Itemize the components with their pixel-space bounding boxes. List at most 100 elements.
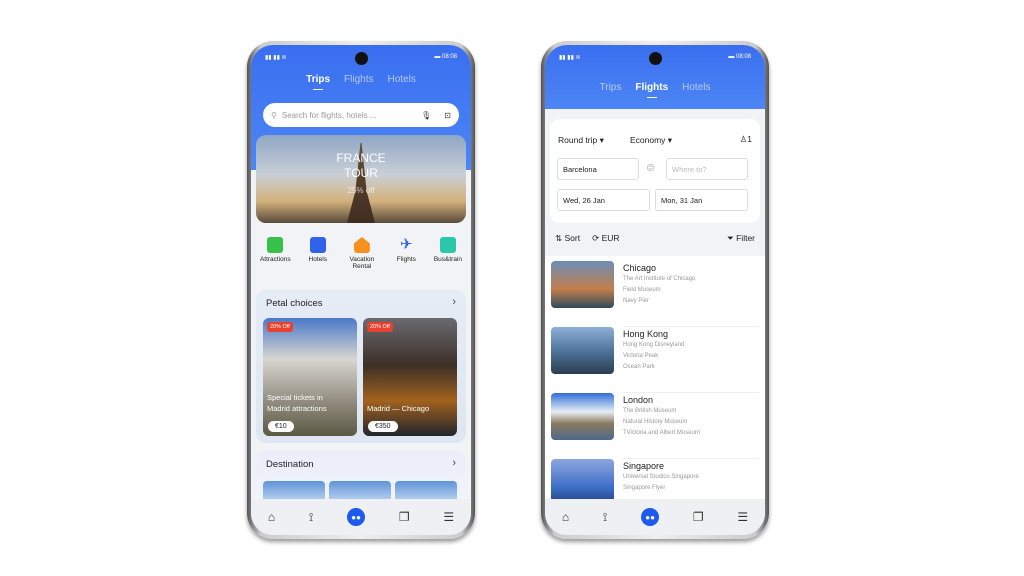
return-date-field[interactable]: Mon, 31 Jan: [655, 189, 748, 211]
spot: Hong Kong Disneyland: [623, 342, 685, 348]
route-icon[interactable]: ⟟: [309, 510, 313, 525]
discount-badge: 20% Off: [267, 322, 293, 332]
menu-icon[interactable]: ☰: [737, 510, 748, 524]
clock: 08:08: [735, 54, 751, 60]
section-title: Petal choices: [266, 298, 323, 309]
search-bar[interactable]: ⚲ Search for flights, hotels ... 🎙︎ ⊡: [263, 103, 459, 127]
tab-trips[interactable]: Trips: [306, 74, 330, 90]
city-name: Singapore: [623, 461, 665, 471]
passenger-selector[interactable]: ♙1: [740, 134, 752, 145]
house-icon: [353, 237, 370, 253]
phone-trips: ▮▮ ▮▮ ≋ ▬ 08:08 Trips Flights Hotels ⚲ Se…: [247, 41, 475, 539]
section-title: Destination: [266, 459, 314, 470]
microphone-icon[interactable]: 🎙︎: [421, 111, 431, 120]
flight-search-form: Round trip ▾ Economy ▾ ♙1 Barcelona ⊜ Wh…: [550, 119, 760, 223]
spot: Universal Studios Singapore: [623, 474, 699, 480]
chevron-right-icon[interactable]: ›: [452, 296, 456, 308]
filter-icon: ⏷: [726, 233, 737, 243]
clock: 08:08: [441, 54, 457, 60]
hero-banner[interactable]: FRANCE TOUR 25% off: [256, 135, 466, 223]
signal-icon: ▮▮ ▮▮ ≋: [265, 55, 287, 61]
label: Bus&train: [433, 256, 462, 263]
spot: Navy Pier: [623, 298, 650, 304]
offer-card[interactable]: 20% Off Special tickets in Madrid attract…: [263, 318, 357, 436]
copy-icon[interactable]: ❐: [399, 510, 410, 524]
bottom-nav: ⌂ ⟟ ●● ❐ ☰: [545, 499, 765, 535]
sort-button[interactable]: ⇅ Sort: [555, 233, 580, 244]
list-item[interactable]: Hong Kong Hong Kong Disneyland Victoria …: [551, 327, 759, 393]
offer-title-2: Madrid attractions: [267, 404, 327, 413]
filter-label: Filter: [736, 233, 755, 243]
battery-icon: ▬: [434, 54, 442, 60]
trip-type-dropdown[interactable]: Round trip ▾: [558, 135, 604, 146]
origin-field[interactable]: Barcelona: [557, 158, 639, 180]
assistant-icon[interactable]: ●●: [347, 508, 366, 526]
tab-flights[interactable]: Flights: [344, 74, 373, 85]
bus-icon: [439, 237, 456, 253]
city-image: [551, 459, 614, 499]
menu-icon[interactable]: ☰: [443, 510, 454, 524]
quick-hotels[interactable]: Hotels: [309, 237, 327, 270]
destination-thumb[interactable]: [329, 481, 391, 501]
tab-hotels[interactable]: Hotels: [388, 74, 416, 85]
destination-thumb[interactable]: [395, 481, 457, 501]
list-item[interactable]: Singapore Universal Studios Singapore Si…: [551, 459, 759, 499]
currency-label: EUR: [601, 233, 620, 243]
quick-vacation-rental[interactable]: Vacation Rental: [345, 237, 379, 270]
price-tag: €10: [268, 421, 294, 432]
offer-card[interactable]: 20% Off Madrid — Chicago €350: [363, 318, 457, 436]
chevron-right-icon[interactable]: ›: [452, 457, 456, 469]
tab-hotels[interactable]: Hotels: [682, 82, 710, 93]
quick-links: Attractions Hotels Vacation Rental ✈ Flig…: [251, 237, 471, 271]
destination-thumb[interactable]: [263, 481, 325, 501]
battery-icon: ▬: [728, 54, 736, 60]
search-icon: ⚲: [271, 110, 277, 120]
quick-bus-train[interactable]: Bus&train: [434, 237, 462, 270]
filter-button[interactable]: ⏷ Filter: [727, 233, 755, 244]
list-item[interactable]: Chicago The Art Institute of Chicago Fie…: [551, 261, 759, 327]
label: Attractions: [259, 256, 291, 263]
copy-icon[interactable]: ❐: [693, 510, 704, 524]
trip-type-value: Round trip: [558, 135, 598, 145]
quick-flights[interactable]: ✈ Flights: [397, 237, 416, 270]
assistant-icon[interactable]: ●●: [641, 508, 660, 526]
city-image: [551, 393, 614, 440]
city-image: [551, 261, 614, 308]
route-icon[interactable]: ⟟: [603, 510, 607, 525]
cabin-dropdown[interactable]: Economy ▾: [630, 135, 672, 146]
phone-flights: ▮▮ ▮▮ ≋ ▬ 08:08 Trips Flights Hotels Roun…: [541, 41, 769, 539]
spot: Field Museum: [623, 287, 661, 293]
screen: ▮▮ ▮▮ ≋ ▬ 08:08 Trips Flights Hotels ⚲ Se…: [251, 45, 471, 535]
camera: [649, 52, 662, 65]
currency-button[interactable]: ⟳ EUR: [592, 233, 619, 244]
signal-icon: ▮▮ ▮▮ ≋: [559, 55, 581, 61]
list-item[interactable]: London The British Museum Natural Histor…: [551, 393, 759, 459]
scan-icon[interactable]: ⊡: [444, 111, 451, 120]
spot: The Art Institute of Chicago: [623, 276, 696, 282]
hero-title: FRANCE: [336, 151, 386, 165]
home-icon[interactable]: ⌂: [268, 510, 275, 524]
quick-attractions[interactable]: Attractions: [260, 237, 291, 270]
camera: [355, 52, 368, 65]
offer-title: Special tickets in: [267, 393, 323, 402]
city-image: [551, 327, 614, 374]
depart-date-field[interactable]: Wed, 26 Jan: [557, 189, 650, 211]
tab-trips[interactable]: Trips: [600, 82, 622, 93]
screen: ▮▮ ▮▮ ≋ ▬ 08:08 Trips Flights Hotels Roun…: [545, 45, 765, 535]
spot: Singapore Flyer: [623, 485, 666, 491]
label: Hotels: [308, 256, 327, 263]
home-icon[interactable]: ⌂: [562, 510, 569, 524]
search-input[interactable]: Search for flights, hotels ...: [282, 111, 416, 120]
destination-field[interactable]: Where to?: [666, 158, 748, 180]
destination-list: Chicago The Art Institute of Chicago Fie…: [545, 256, 765, 499]
swap-icon[interactable]: ⊜: [646, 161, 655, 174]
price-tag: €350: [368, 421, 398, 432]
cabin-value: Economy: [630, 135, 666, 145]
tab-flights[interactable]: Flights: [635, 82, 668, 98]
bottom-nav: ⌂ ⟟ ●● ❐ ☰: [251, 499, 471, 535]
palm-tree-icon: [267, 237, 284, 253]
hotel-icon: [309, 237, 326, 253]
discount-badge: 20% Off: [367, 322, 393, 332]
airplane-icon: ✈: [400, 236, 413, 253]
spot: TVictoria and Albert Museum: [623, 430, 700, 436]
